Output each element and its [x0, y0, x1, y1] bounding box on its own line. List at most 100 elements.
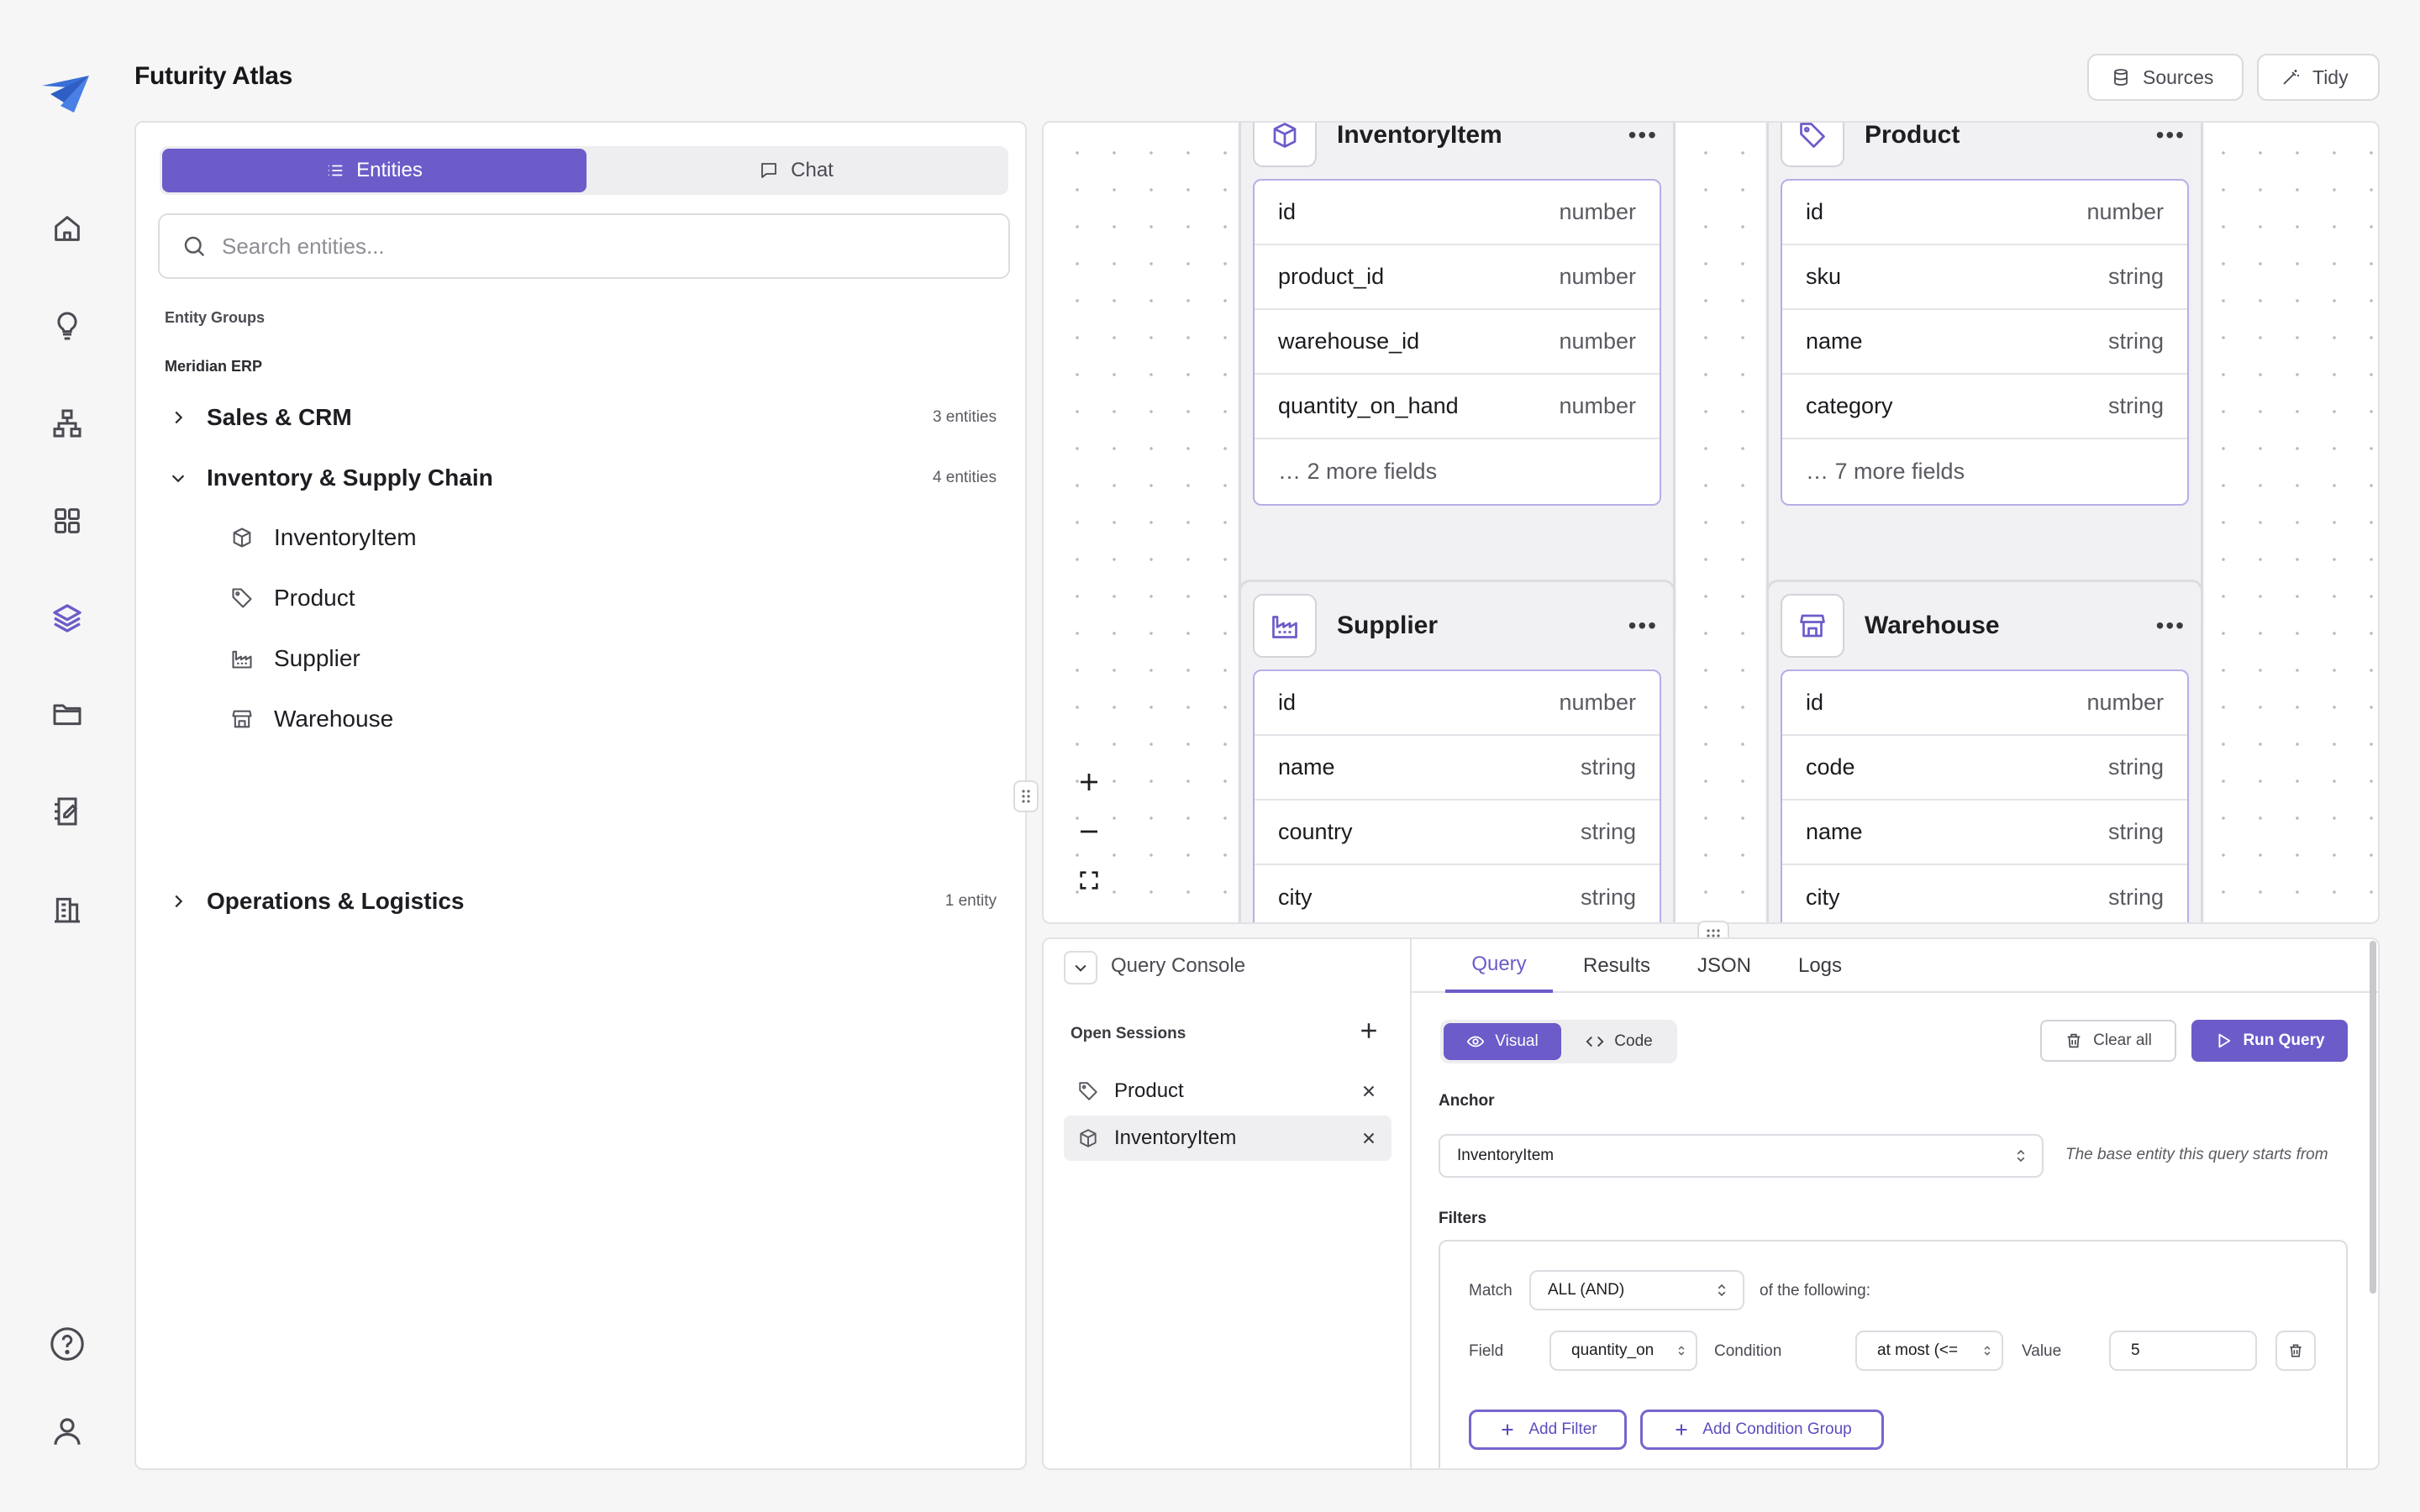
- workspace-label: Meridian ERP: [165, 358, 263, 375]
- field-row[interactable]: sku string: [1782, 245, 2187, 310]
- field-name: city: [1278, 885, 1313, 910]
- field-row[interactable]: id number: [1255, 671, 1660, 736]
- field-name: country: [1278, 819, 1353, 844]
- filter-field-select[interactable]: quantity_on: [1549, 1331, 1697, 1371]
- session-name: Product: [1114, 1079, 1184, 1102]
- group-inventory-supply-chain[interactable]: Inventory & Supply Chain 4 entities: [161, 457, 1002, 499]
- more-icon[interactable]: •••: [1628, 123, 1658, 149]
- user-icon[interactable]: [44, 1408, 91, 1455]
- filter-condition-select[interactable]: at most (<=: [1855, 1331, 2003, 1371]
- list-icon: [326, 161, 345, 180]
- network-icon[interactable]: [44, 400, 91, 447]
- console-scrollbar[interactable]: [2370, 941, 2376, 1294]
- tab-chat[interactable]: Chat: [584, 149, 1008, 192]
- entity-item-inventoryitem[interactable]: InventoryItem: [229, 517, 417, 558]
- zoom-in-icon[interactable]: [1076, 769, 1102, 795]
- folder-icon[interactable]: [44, 690, 91, 738]
- entity-card-warehouse[interactable]: Warehouse ••• id number code string name st…: [1766, 580, 2203, 922]
- field-row[interactable]: category string: [1782, 375, 2187, 439]
- lightbulb-icon[interactable]: [44, 302, 91, 349]
- store-icon: [1781, 594, 1844, 658]
- field-row[interactable]: city string: [1782, 865, 2187, 922]
- entity-card-inventoryitem[interactable]: InventoryItem ••• id number product_id num…: [1239, 121, 1676, 633]
- field-type: string: [2107, 393, 2164, 418]
- zoom-out-icon[interactable]: [1076, 819, 1102, 844]
- mode-code-button[interactable]: Code: [1565, 1023, 1674, 1060]
- entity-item-supplier[interactable]: Supplier: [229, 638, 360, 679]
- clear-all-button[interactable]: Clear all: [2040, 1020, 2176, 1062]
- chevron-down-icon: [161, 469, 195, 487]
- entity-search-input[interactable]: Search entities...: [158, 213, 1010, 279]
- field-type: number: [2086, 690, 2164, 715]
- panel-tabs: Entities Chat: [160, 146, 1008, 195]
- card-fields: id number product_id number warehouse_id nu…: [1253, 179, 1661, 506]
- session-item-product[interactable]: Product: [1064, 1068, 1392, 1114]
- filters-label: Filters: [1439, 1210, 1487, 1227]
- field-row[interactable]: code string: [1782, 736, 2187, 801]
- more-fields-row[interactable]: … 7 more fields: [1782, 439, 2187, 504]
- field-row[interactable]: name string: [1782, 801, 2187, 865]
- collapse-console-button[interactable]: [1064, 951, 1097, 984]
- entity-card-product[interactable]: Product ••• id number sku string name strin…: [1766, 123, 2203, 633]
- schema-canvas[interactable]: InventoryItem ••• id number product_id num…: [1042, 121, 2380, 924]
- tab-logs[interactable]: Logs: [1778, 939, 1862, 993]
- field-row[interactable]: name string: [1255, 736, 1660, 801]
- panel-resize-handle[interactable]: [1013, 780, 1039, 812]
- building-icon[interactable]: [44, 885, 91, 932]
- more-icon[interactable]: •••: [1628, 612, 1658, 639]
- match-label: Match: [1469, 1282, 1512, 1299]
- tab-results[interactable]: Results: [1563, 939, 1670, 993]
- tab-json[interactable]: JSON: [1682, 939, 1766, 993]
- field-row[interactable]: id number: [1782, 181, 2187, 245]
- layers-icon[interactable]: [44, 595, 91, 642]
- match-select[interactable]: ALL (AND): [1529, 1270, 1744, 1310]
- notebook-icon[interactable]: [44, 788, 91, 835]
- trash-icon: [2287, 1342, 2304, 1359]
- field-row[interactable]: country string: [1255, 801, 1660, 865]
- card-title: InventoryItem: [1337, 121, 1502, 149]
- field-row[interactable]: city string: [1255, 865, 1660, 922]
- mode-visual-button[interactable]: Visual: [1444, 1023, 1561, 1060]
- fit-view-icon[interactable]: [1077, 869, 1101, 892]
- tidy-button[interactable]: Tidy: [2257, 54, 2380, 101]
- more-icon[interactable]: •••: [2156, 123, 2186, 149]
- sources-button[interactable]: Sources: [2087, 54, 2244, 101]
- app-logo[interactable]: [39, 69, 92, 116]
- add-filter-button[interactable]: Add Filter: [1469, 1410, 1627, 1450]
- home-icon[interactable]: [44, 205, 91, 252]
- group-operations-logistics[interactable]: Operations & Logistics 1 entity: [161, 880, 1002, 922]
- tab-entities[interactable]: Entities: [162, 149, 587, 192]
- add-session-icon[interactable]: [1356, 1018, 1381, 1043]
- anchor-select[interactable]: InventoryItem: [1439, 1134, 2044, 1178]
- grid-icon[interactable]: [44, 497, 91, 544]
- field-row[interactable]: warehouse_id number: [1255, 310, 1660, 375]
- session-item-inventoryitem[interactable]: InventoryItem: [1064, 1116, 1392, 1161]
- close-icon[interactable]: [1360, 1082, 1378, 1100]
- entity-name: Supplier: [274, 645, 360, 671]
- field-type: string: [2107, 264, 2164, 289]
- close-icon[interactable]: [1360, 1129, 1378, 1147]
- field-row[interactable]: id number: [1255, 181, 1660, 245]
- field-row[interactable]: id number: [1782, 671, 2187, 736]
- entity-name: InventoryItem: [274, 524, 417, 550]
- entity-item-warehouse[interactable]: Warehouse: [229, 699, 393, 739]
- more-icon[interactable]: •••: [2156, 612, 2186, 639]
- group-sales-crm[interactable]: Sales & CRM 3 entities: [161, 396, 1002, 438]
- entity-name: Product: [274, 585, 355, 611]
- entity-card-supplier[interactable]: Supplier ••• id number name string country…: [1239, 580, 1676, 922]
- more-fields-row[interactable]: … 2 more fields: [1255, 439, 1660, 504]
- run-query-button[interactable]: Run Query: [2191, 1020, 2348, 1062]
- add-condition-group-button[interactable]: Add Condition Group: [1640, 1410, 1884, 1450]
- field-row[interactable]: product_id number: [1255, 245, 1660, 310]
- tab-query[interactable]: Query: [1445, 939, 1553, 993]
- entity-item-product[interactable]: Product: [229, 578, 355, 618]
- field-row[interactable]: quantity_on_hand number: [1255, 375, 1660, 439]
- delete-filter-button[interactable]: [2275, 1331, 2316, 1371]
- filter-value-input[interactable]: 5: [2109, 1331, 2257, 1371]
- field-row[interactable]: name string: [1782, 310, 2187, 375]
- help-icon[interactable]: [44, 1320, 91, 1368]
- sources-label: Sources: [2143, 66, 2214, 88]
- mode-visual-label: Visual: [1495, 1032, 1539, 1050]
- field-type: number: [1559, 328, 1636, 354]
- chevron-updown-icon: [1981, 1345, 1993, 1357]
